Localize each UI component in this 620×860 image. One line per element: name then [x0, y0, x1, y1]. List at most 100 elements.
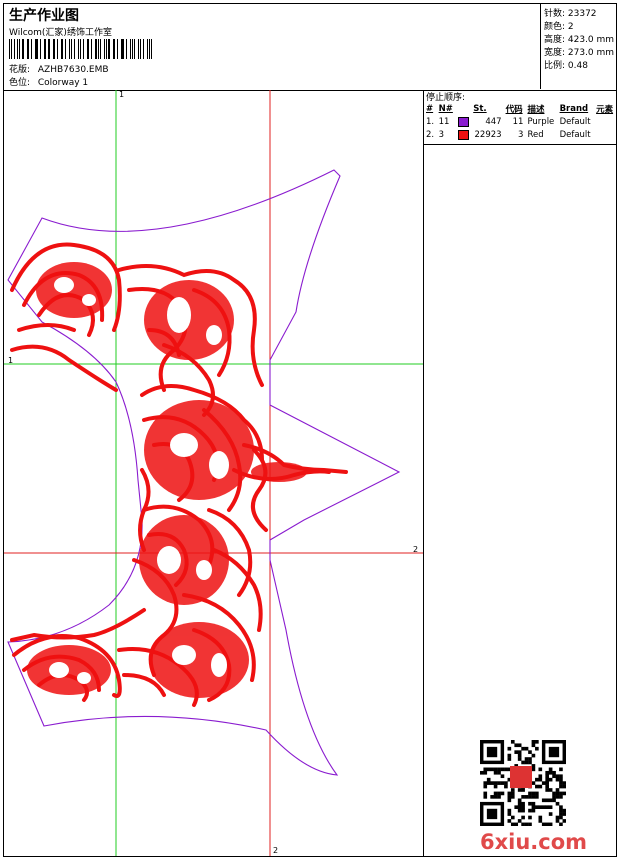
qr-module: [545, 770, 549, 775]
qr-module: [497, 791, 501, 796]
barcode-bar: [116, 39, 118, 59]
qr-module: [559, 781, 563, 785]
qr-module: [545, 784, 549, 789]
qr-module: [548, 788, 553, 792]
qr-module: [483, 781, 488, 785]
barcode-bar: [45, 39, 46, 59]
qr-module: [490, 767, 494, 772]
qr-module: [486, 808, 498, 820]
qr-module: [510, 822, 515, 827]
qr-module: [500, 781, 505, 785]
qr-module: [483, 791, 488, 796]
table-header-row: # N# St. 代码 描述 Brand 元素: [424, 102, 616, 116]
guide-label-v2: 2: [273, 846, 279, 855]
row-code: 11: [512, 117, 524, 128]
col-header-element: 元素: [596, 105, 614, 115]
qr-module: [500, 791, 505, 796]
qr-module: [531, 791, 536, 796]
stop-sequence-table: # N# St. 代码 描述 Brand 元素 1. 11 447 11 Pur…: [424, 102, 616, 141]
qr-module: [555, 795, 560, 799]
colorway-value: Colorway 1: [37, 78, 89, 88]
qr-module: [528, 757, 532, 761]
col-header-index: #: [426, 104, 434, 114]
qr-module: [486, 777, 491, 782]
qr-module: [552, 791, 556, 796]
qr-module: [545, 805, 549, 809]
table-row: 2. 3 22923 3 Red Default: [424, 129, 616, 142]
qr-module: [559, 767, 563, 772]
qr-module: [497, 795, 501, 799]
barcode-bar: [151, 39, 152, 59]
barcode-bar: [122, 39, 124, 59]
qr-module: [517, 801, 522, 806]
qr-module: [535, 805, 539, 809]
design-width: 宽度: 273.0 mm: [544, 48, 615, 58]
qr-module: [521, 746, 525, 751]
qr-module: [510, 795, 515, 799]
qr-module: [507, 795, 512, 799]
barcode-bar: [126, 39, 128, 59]
qr-module: [538, 784, 543, 789]
qr-module: [531, 801, 536, 806]
qr-module: [531, 808, 536, 813]
qr-module: [535, 746, 539, 751]
row-stitches: 22923: [474, 129, 502, 140]
barcode-bar: [105, 39, 107, 59]
row-brand: Default: [559, 117, 591, 128]
qr-module: [517, 750, 522, 754]
qr-module: [528, 795, 532, 799]
qr-module: [507, 819, 512, 823]
qr-module: [490, 795, 494, 799]
qr-module: [538, 767, 543, 772]
qr-module: [535, 784, 539, 789]
row-stitches: 447: [485, 117, 502, 128]
qr-module: [531, 767, 536, 772]
qr-module: [538, 777, 543, 782]
qr-module: [555, 788, 560, 792]
qr-module: [493, 770, 498, 775]
barcode-bar: [138, 39, 139, 59]
qr-module: [562, 791, 567, 796]
qr-module: [483, 770, 488, 775]
qr-module: [510, 791, 515, 796]
qr-module: [559, 808, 563, 813]
row-swatch: [456, 129, 472, 142]
qr-module: [517, 805, 522, 809]
barcode-bar: [91, 39, 92, 59]
qr-module: [548, 777, 553, 782]
qr-module: [541, 822, 546, 827]
qr-module: [483, 767, 488, 772]
barcode-bar: [79, 39, 82, 59]
qr-module: [510, 815, 515, 820]
row-desc: Red: [527, 129, 544, 140]
qr-module: [480, 770, 484, 775]
colorway-line: 色位: Colorway 1: [9, 75, 88, 88]
qr-module: [545, 781, 549, 785]
barcode-bar: [54, 39, 56, 59]
guide-label-v1: 1: [119, 90, 125, 99]
barcode-bar: [57, 39, 58, 59]
qr-module: [548, 770, 553, 775]
row-needle: 11: [438, 117, 450, 128]
qr-module: [528, 791, 532, 796]
barcode-bar: [11, 39, 12, 59]
barcode-bar: [36, 39, 38, 59]
qr-module: [521, 815, 525, 820]
barcode-bar: [100, 39, 101, 59]
qr-module: [483, 795, 488, 799]
table-divider: [424, 144, 616, 145]
row-code: 3: [518, 129, 524, 140]
qr-module: [541, 781, 546, 785]
col-header-code: 代码: [505, 105, 523, 115]
qr-module: [521, 795, 525, 799]
qr-module: [521, 805, 525, 809]
col-header-swatch: [456, 102, 472, 116]
qr-module: [555, 774, 560, 779]
qr-module: [500, 774, 505, 779]
qr-module: [514, 822, 519, 827]
qr-module: [538, 774, 543, 779]
qr-module: [517, 753, 522, 758]
qr-module: [555, 819, 560, 823]
qr-module: [538, 819, 543, 823]
qr-module: [521, 801, 525, 806]
